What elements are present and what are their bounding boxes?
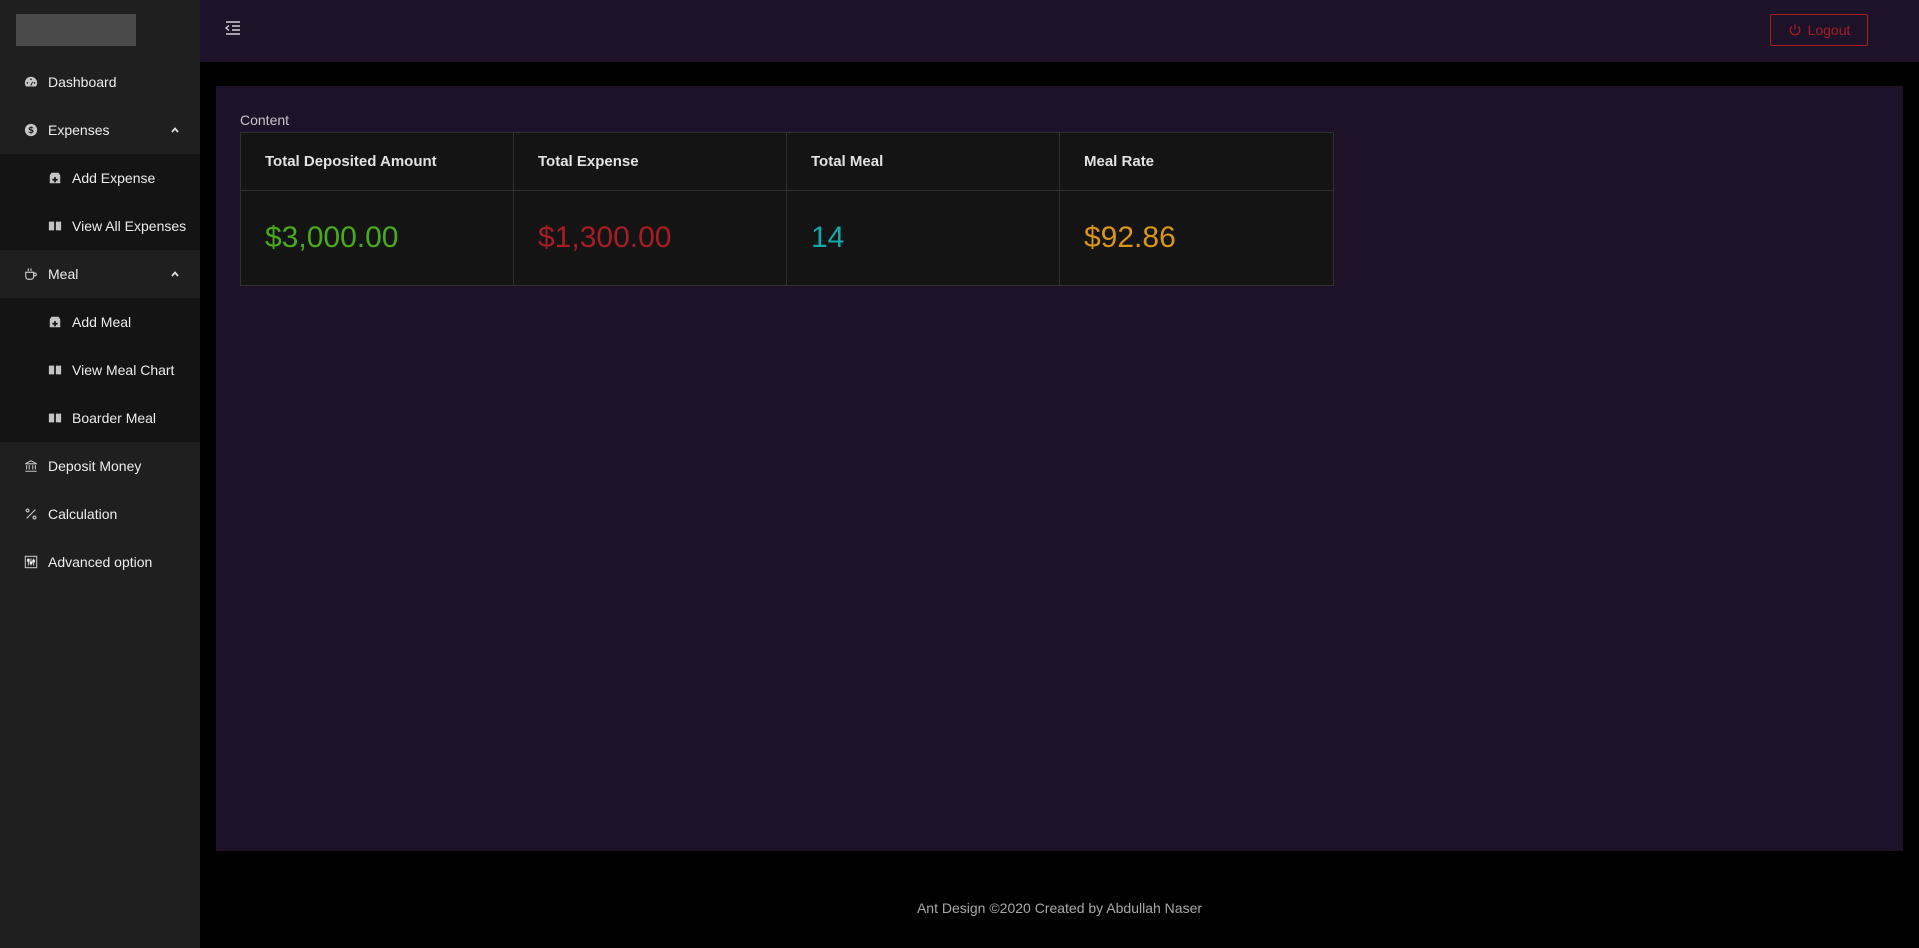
footer: Ant Design ©2020 Created by Abdullah Nas… xyxy=(916,900,1203,916)
sidebar-item-label: Meal xyxy=(48,266,79,282)
top-header: Logout xyxy=(200,0,1919,62)
stat-card-value: $1,300.00 xyxy=(538,221,672,254)
expenses-submenu: Add Expense View All Expenses xyxy=(0,154,200,250)
logo xyxy=(16,14,136,46)
breadcrumb: Content xyxy=(240,112,290,128)
sidebar-menu: Dashboard $ Expenses Add Expense View Al… xyxy=(0,58,200,586)
stat-card-value: 14 xyxy=(811,221,845,254)
dollar-icon: $ xyxy=(24,123,38,137)
percentage-icon xyxy=(24,507,38,521)
chevron-up-icon xyxy=(170,125,180,135)
sidebar-item-label: Calculation xyxy=(48,506,118,522)
sidebar-item-label: Add Expense xyxy=(72,170,156,186)
read-icon xyxy=(48,219,62,233)
stat-card-title: Meal Rate xyxy=(1060,133,1333,191)
stat-card-meal-rate: Meal Rate $92.86 xyxy=(1060,133,1333,285)
stats-row: Total Deposited Amount $3,000.00 Total E… xyxy=(240,132,1334,286)
sidebar: Dashboard $ Expenses Add Expense View Al… xyxy=(0,0,200,948)
sidebar-item-add-meal[interactable]: Add Meal xyxy=(0,298,200,346)
sidebar-item-label: Expenses xyxy=(48,122,110,138)
sidebar-item-boarder-meal[interactable]: Boarder Meal xyxy=(0,394,200,442)
coffee-icon xyxy=(24,267,38,281)
medicine-box-icon xyxy=(48,171,62,185)
sidebar-item-label: Dashboard xyxy=(48,74,117,90)
sidebar-item-label: Advanced option xyxy=(48,554,153,570)
svg-text:$: $ xyxy=(28,126,34,136)
stat-card-title: Total Deposited Amount xyxy=(241,133,513,191)
read-icon xyxy=(48,363,62,377)
sidebar-item-label: Add Meal xyxy=(72,314,132,330)
sidebar-item-calculation[interactable]: Calculation xyxy=(0,490,200,538)
meal-submenu: Add Meal View Meal Chart Boarder Meal xyxy=(0,298,200,442)
stat-card-value: $3,000.00 xyxy=(265,221,399,254)
sidebar-item-label: View Meal Chart xyxy=(72,362,175,378)
stat-card-title: Total Expense xyxy=(514,133,786,191)
logout-label: Logout xyxy=(1807,22,1851,38)
sliders-icon xyxy=(24,555,38,569)
stat-card-total-meal: Total Meal 14 xyxy=(787,133,1060,285)
sidebar-item-label: View All Expenses xyxy=(72,218,187,234)
sidebar-item-meal[interactable]: Meal xyxy=(0,250,200,298)
sidebar-item-label: Boarder Meal xyxy=(72,410,157,426)
sidebar-item-view-all-expenses[interactable]: View All Expenses xyxy=(0,202,200,250)
sidebar-item-advanced-option[interactable]: Advanced option xyxy=(0,538,200,586)
sidebar-item-dashboard[interactable]: Dashboard xyxy=(0,58,200,106)
stat-card-value: $92.86 xyxy=(1084,221,1176,254)
poweroff-icon xyxy=(1788,23,1802,37)
main-area: Logout Content Total Deposited Amount $3… xyxy=(200,0,1919,948)
sidebar-item-label: Deposit Money xyxy=(48,458,142,474)
sidebar-item-expenses[interactable]: $ Expenses xyxy=(0,106,200,154)
sidebar-item-add-expense[interactable]: Add Expense xyxy=(0,154,200,202)
read-icon xyxy=(48,411,62,425)
menu-fold-icon[interactable] xyxy=(224,19,242,37)
content-panel: Content Total Deposited Amount $3,000.00… xyxy=(216,86,1903,851)
stat-card-total-deposited: Total Deposited Amount $3,000.00 xyxy=(241,133,514,285)
stat-card-total-expense: Total Expense $1,300.00 xyxy=(514,133,787,285)
app-layout: Dashboard $ Expenses Add Expense View Al… xyxy=(0,0,1919,948)
stat-card-title: Total Meal xyxy=(787,133,1059,191)
medicine-box-icon xyxy=(48,315,62,329)
sidebar-item-deposit-money[interactable]: Deposit Money xyxy=(0,442,200,490)
logout-button[interactable]: Logout xyxy=(1770,14,1868,46)
bank-icon xyxy=(24,459,38,473)
chevron-up-icon xyxy=(170,269,180,279)
sidebar-item-view-meal-chart[interactable]: View Meal Chart xyxy=(0,346,200,394)
dashboard-icon xyxy=(24,75,38,89)
